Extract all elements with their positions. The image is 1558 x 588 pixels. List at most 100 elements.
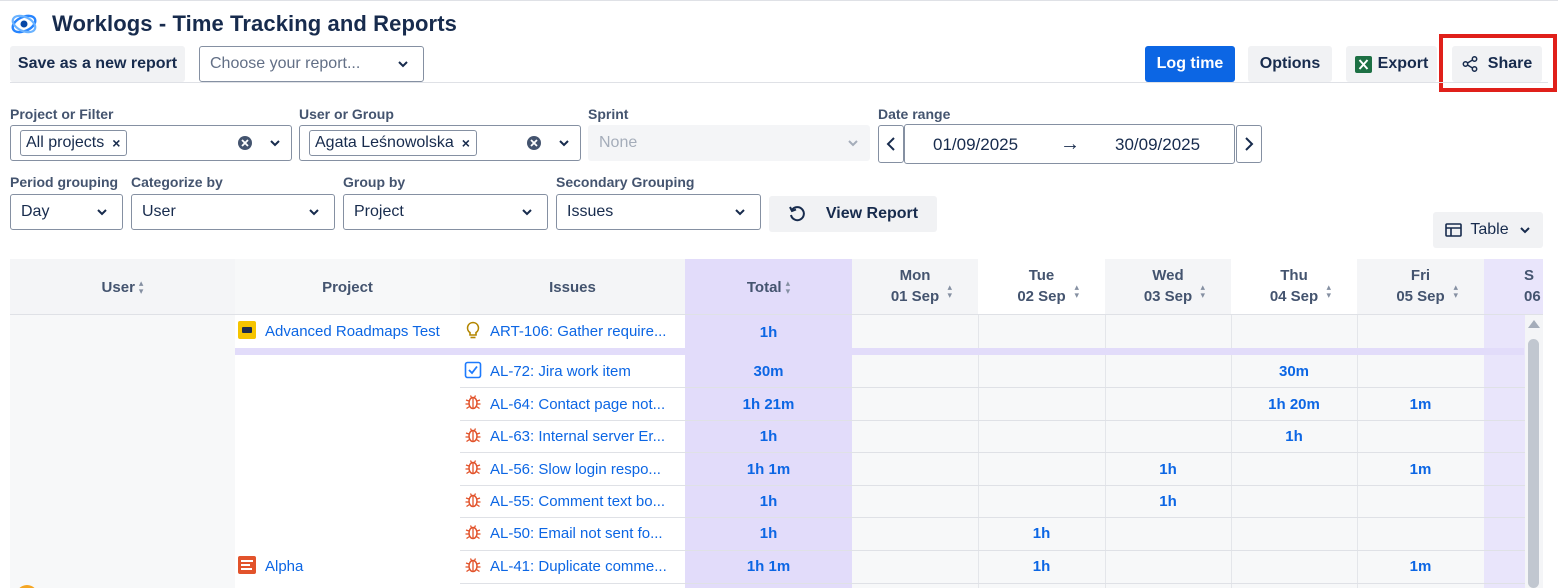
day-of-week: Mon <box>899 267 931 284</box>
options-button[interactable]: Options <box>1248 46 1332 82</box>
top-border <box>0 0 1558 1</box>
scroll-up-arrow-icon[interactable] <box>1528 320 1540 328</box>
secondary-grouping-value: Issues <box>567 203 614 220</box>
day-cell[interactable]: 1h <box>978 558 1105 575</box>
report-table: User ▴ ▾ Project Issues Total ▴ ▾ Mon 01 Sep… <box>10 259 1543 588</box>
column-header-day[interactable]: S 06 <box>1484 259 1543 315</box>
column-header-issues: Issues <box>460 259 685 315</box>
export-button[interactable]: Export <box>1346 46 1437 82</box>
date-arrow: → <box>1060 133 1080 155</box>
choose-report-placeholder: Choose your report... <box>210 55 361 72</box>
sort-icon[interactable]: ▴ ▾ <box>1074 283 1079 300</box>
issue-link[interactable]: AL-64: Contact page not... <box>490 396 665 413</box>
day-cell[interactable]: 1m <box>1357 461 1484 478</box>
categorize-by-select[interactable]: User <box>131 194 335 230</box>
idea-icon <box>466 321 480 339</box>
period-grouping-select[interactable]: Day <box>10 194 123 230</box>
day-date: 04 Sep <box>1269 288 1319 305</box>
project-filter-select[interactable]: All projects × <box>10 125 292 161</box>
chevron-down-icon <box>558 136 570 148</box>
day-cell[interactable]: 1m <box>1357 558 1484 575</box>
sort-icon[interactable]: ▴ ▾ <box>1200 283 1205 300</box>
column-header-day[interactable]: Tue 02 Sep ▴ ▾ <box>978 259 1105 315</box>
issue-link[interactable]: AL-50: Email not sent fo... <box>490 525 663 542</box>
sort-icon[interactable]: ▴ ▾ <box>1453 283 1458 300</box>
column-header-day[interactable]: Thu 04 Sep ▴ ▾ <box>1231 259 1357 315</box>
date-range-input[interactable]: 01/09/2025 → 30/09/2025 <box>904 124 1235 164</box>
save-as-new-report-button[interactable]: Save as a new report <box>10 46 185 82</box>
project-link[interactable]: Advanced Roadmaps Test <box>265 323 440 340</box>
issue-link[interactable]: AL-41: Duplicate comme... <box>490 558 667 575</box>
issue-link[interactable]: AL-56: Slow login respo... <box>490 461 661 478</box>
issue-link[interactable]: ART-106: Gather require... <box>490 323 666 340</box>
day-cell[interactable]: 1h 20m <box>1231 396 1357 413</box>
group-by-select[interactable]: Project <box>343 194 548 230</box>
user-filter-label: User or Group <box>299 106 394 122</box>
column-header-project-label: Project <box>322 278 373 296</box>
total-cell: 1h <box>759 428 778 445</box>
day-cell[interactable]: 1h <box>1105 461 1231 478</box>
view-report-button[interactable]: View Report <box>769 196 937 232</box>
row-divider <box>460 420 1525 421</box>
user-filter-select[interactable]: Agata Leśnowolska × <box>299 125 581 161</box>
chevron-left-icon <box>886 137 895 151</box>
day-cell[interactable]: 1h <box>978 525 1105 542</box>
chevron-down-icon <box>397 57 409 69</box>
sprint-select: None <box>588 125 870 161</box>
day-of-week: Fri <box>1410 267 1431 284</box>
date-from[interactable]: 01/09/2025 <box>933 135 1018 155</box>
date-to[interactable]: 30/09/2025 <box>1115 135 1200 155</box>
remove-tag-icon[interactable]: × <box>112 135 120 151</box>
clear-icon[interactable] <box>526 135 542 151</box>
table-icon <box>1445 223 1463 237</box>
total-cell: 1h <box>759 324 778 341</box>
chevron-down-icon <box>1519 227 1530 234</box>
issue-link[interactable]: AL-72: Jira work item <box>490 363 631 380</box>
date-next-button[interactable] <box>1236 125 1262 163</box>
app-header: Worklogs - Time Tracking and Reports <box>10 10 457 38</box>
secondary-grouping-select[interactable]: Issues <box>556 194 761 230</box>
view-report-label: View Report <box>825 205 919 222</box>
sort-icon[interactable]: ▴ ▾ <box>947 283 952 300</box>
group-separator <box>235 348 685 355</box>
day-cell[interactable]: 1m <box>1357 396 1484 413</box>
column-header-day[interactable]: Mon 01 Sep ▴ ▾ <box>852 259 978 315</box>
share-highlight-box <box>1439 34 1557 92</box>
choose-report-select[interactable]: Choose your report... <box>199 46 424 82</box>
chevron-down-icon <box>521 205 533 217</box>
total-cell: 1h 1m <box>746 558 791 575</box>
bug-icon <box>465 460 481 475</box>
date-prev-button[interactable] <box>878 125 904 163</box>
view-mode-select[interactable]: Table <box>1433 212 1543 248</box>
period-grouping-label: Period grouping <box>10 174 119 190</box>
period-grouping-value: Day <box>21 203 50 220</box>
sort-icon[interactable]: ▴ ▾ <box>1326 283 1331 300</box>
issue-link[interactable]: AL-63: Internal server Er... <box>490 428 665 445</box>
day-of-week: S <box>1524 267 1535 284</box>
sort-icon[interactable]: ▴ ▾ <box>786 279 791 296</box>
column-header-total[interactable]: Total ▴ ▾ <box>685 259 852 315</box>
total-cell: 1h 21m <box>742 396 795 413</box>
log-time-button[interactable]: Log time <box>1145 46 1235 82</box>
issue-link[interactable]: AL-55: Comment text bo... <box>490 493 665 510</box>
column-header-day[interactable]: Wed 03 Sep ▴ ▾ <box>1105 259 1231 315</box>
day-cell[interactable]: 1h <box>1231 428 1357 445</box>
user-column-bg <box>10 315 235 588</box>
clear-icon[interactable] <box>237 135 253 151</box>
chevron-right-icon <box>1245 137 1254 151</box>
remove-tag-icon[interactable]: × <box>462 135 470 151</box>
project-tag-label: All projects <box>26 134 105 151</box>
scrollbar-thumb[interactable] <box>1528 339 1539 588</box>
column-header-user[interactable]: User ▴ ▾ <box>10 259 235 315</box>
day-cell[interactable]: 30m <box>1231 363 1357 380</box>
day-cell[interactable]: 1h <box>1105 493 1231 510</box>
chevron-down-icon <box>96 205 108 217</box>
project-link[interactable]: Alpha <box>265 558 303 575</box>
secondary-grouping-label: Secondary Grouping <box>556 174 695 190</box>
day-date: 03 Sep <box>1143 288 1193 305</box>
group-separator <box>852 348 1524 355</box>
row-divider <box>460 517 1525 518</box>
column-header-day[interactable]: Fri 05 Sep ▴ ▾ <box>1357 259 1484 315</box>
project-icon <box>238 556 256 574</box>
sort-icon[interactable]: ▴ ▾ <box>139 279 144 296</box>
